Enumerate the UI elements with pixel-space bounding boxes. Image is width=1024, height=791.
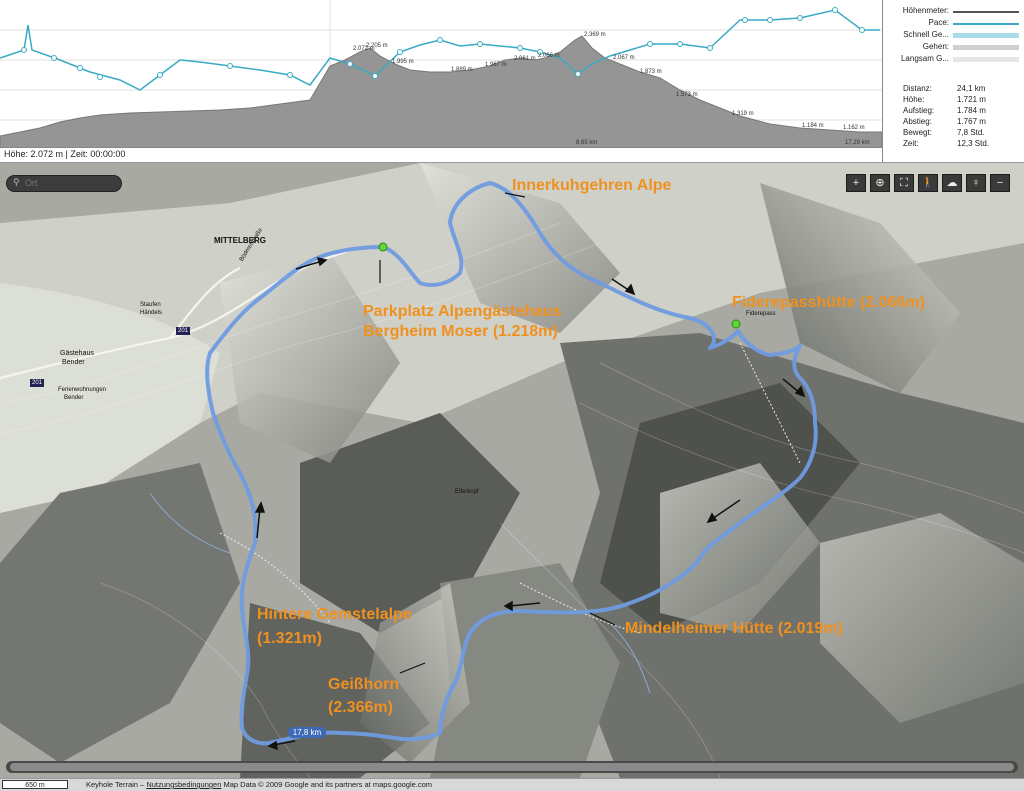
- stat-value: 12,3 Std.: [957, 139, 990, 148]
- peak-label: 2.205 m: [366, 43, 388, 49]
- location-search[interactable]: ⚲: [6, 175, 122, 192]
- scale-bar: 650 m: [2, 780, 68, 789]
- legend-swatch: [953, 45, 1019, 50]
- stat-bewegt: Bewegt: 7,8 Std.: [903, 128, 1023, 139]
- legend-label: Pace:: [928, 18, 949, 27]
- legend-swatch: [953, 57, 1019, 62]
- map-footer: 650 m Keyhole Terrain – Nutzungsbedingun…: [0, 778, 1024, 791]
- road-number-badge: 201: [176, 327, 191, 335]
- place-label: Händels: [140, 310, 163, 316]
- legend-item-schnell[interactable]: Schnell Ge...: [883, 30, 1023, 42]
- label-parkplatz-line1: Parkplatz Alpengästehaus: [363, 303, 562, 320]
- credit-suffix: Map Data © 2009 Google and its partners …: [223, 780, 433, 789]
- legend-panel: Höhenmeter: Pace: Schnell Ge... Gehen: L…: [882, 0, 1024, 163]
- place-label: Gästehaus: [60, 350, 94, 357]
- label-innerkuhgehren-alpe: Innerkuhgehren Alpe: [512, 177, 672, 194]
- label-parkplatz-line2: Bergheim Moser (1.218m): [363, 323, 558, 340]
- distance-marker-badge: 17,8 km: [288, 727, 326, 738]
- walker-icon[interactable]: 🚶: [918, 174, 938, 192]
- stat-key: Bewegt:: [903, 128, 932, 137]
- legend-item-pace[interactable]: Pace:: [883, 18, 1023, 30]
- peak-label: 1.995 m: [392, 59, 414, 65]
- stat-zeit: Zeit: 12,3 Std.: [903, 139, 1023, 150]
- road-number-badge: 201: [30, 379, 45, 387]
- map-credits: Keyhole Terrain – Nutzungsbedingungen Ma…: [86, 780, 432, 789]
- stat-key: Zeit:: [903, 139, 919, 148]
- label-hintere-gemstelalpe-line1: Hintere Gemstelalpe: [257, 606, 412, 623]
- stat-key: Distanz:: [903, 84, 932, 93]
- place-label: Bender: [62, 359, 85, 366]
- legend-swatch: [953, 33, 1019, 38]
- profile-status-text: Höhe: 2.072 m | Zeit: 00:00:00: [4, 149, 126, 159]
- stat-key: Abstieg:: [903, 117, 932, 126]
- search-input[interactable]: [25, 177, 115, 189]
- label-fiderepasshuette: Fiderepasshütte (2.066m): [732, 294, 925, 311]
- terrain-map[interactable]: MITTELBERG Gästehaus Bender Ferienwohnun…: [0, 163, 1024, 778]
- stat-value: 24,1 km: [957, 84, 986, 93]
- distance-label: 17,29 km: [845, 140, 870, 146]
- stat-abstieg: Abstieg: 1.767 m: [903, 117, 1023, 128]
- legend-item-gehen[interactable]: Gehen:: [883, 42, 1023, 54]
- scrollbar-thumb[interactable]: [10, 763, 1014, 771]
- peak-label: 1.873 m: [640, 69, 662, 75]
- legend-label: Langsam G...: [900, 54, 949, 63]
- peak-label: 1.319 m: [732, 111, 754, 117]
- stat-value: 1.721 m: [957, 95, 986, 104]
- legend-swatch: [953, 11, 1019, 13]
- place-label: Bender: [64, 395, 84, 401]
- legend-label: Höhenmeter:: [902, 6, 949, 15]
- waypoint-marker: [731, 319, 741, 329]
- zoom-out-button[interactable]: −: [990, 174, 1010, 192]
- elevation-area: [0, 35, 882, 148]
- label-geisshorn-line1: Geißhorn: [328, 676, 400, 693]
- stat-value: 7,8 Std.: [957, 128, 985, 137]
- person-icon[interactable]: ♀: [966, 174, 986, 192]
- fullscreen-icon[interactable]: ⛶: [894, 174, 914, 192]
- pace-markers: [21, 7, 865, 80]
- center-target-icon[interactable]: ⊕: [870, 174, 890, 192]
- horizontal-scrollbar[interactable]: [6, 761, 1018, 773]
- stat-value: 1.767 m: [957, 117, 986, 126]
- peak-label: 1.967 m: [485, 62, 507, 68]
- terrain-background: [0, 163, 1024, 778]
- peak-label: 2.061 m: [514, 56, 536, 62]
- elevation-profile-chart: 2.072 m 2.205 m 1.995 m 1.889 m 1.967 m …: [0, 0, 882, 148]
- stat-distanz: Distanz: 24,1 km: [903, 84, 1023, 95]
- place-label: Staufen: [140, 302, 161, 308]
- elevation-profile-panel[interactable]: 2.072 m 2.205 m 1.995 m 1.889 m 1.967 m …: [0, 0, 882, 163]
- stat-key: Aufstieg:: [903, 106, 935, 115]
- peak-label: 2.369 m: [584, 32, 606, 38]
- distance-label: 8,65 km: [576, 140, 597, 146]
- stat-hoehe: Höhe: 1.721 m: [903, 95, 1023, 106]
- legend-item-langsam[interactable]: Langsam G...: [883, 54, 1023, 66]
- terms-link[interactable]: Nutzungsbedingungen: [146, 780, 221, 789]
- stat-value: 1.784 m: [957, 106, 986, 115]
- legend-swatch: [953, 23, 1019, 25]
- start-marker: [378, 242, 388, 252]
- search-icon: ⚲: [13, 177, 20, 187]
- place-label: Ferienwohnungen: [58, 387, 107, 393]
- legend-label: Schnell Ge...: [903, 30, 949, 39]
- label-geisshorn-line2: (2.366m): [328, 699, 393, 716]
- peak-label: 1.573 m: [676, 92, 698, 98]
- credit-prefix: Keyhole Terrain –: [86, 780, 145, 789]
- stat-key: Höhe:: [903, 95, 925, 104]
- place-label: Elferkopf: [455, 489, 479, 495]
- cloud-icon[interactable]: ☁: [942, 174, 962, 192]
- zoom-in-button[interactable]: +: [846, 174, 866, 192]
- peak-label: 1.184 m: [802, 123, 824, 129]
- peak-label: 2.067 m: [613, 55, 635, 61]
- legend-label: Gehen:: [922, 42, 949, 51]
- peak-label: 1.162 m: [843, 125, 865, 131]
- stat-aufstieg: Aufstieg: 1.784 m: [903, 106, 1023, 117]
- peak-label: 2.066 m: [538, 53, 560, 59]
- peak-label: 1.889 m: [451, 67, 473, 73]
- legend-item-hoehenmeter[interactable]: Höhenmeter:: [883, 6, 1023, 18]
- label-mindelheimer-huette: Mindelheimer Hütte (2.019m): [625, 620, 843, 637]
- label-hintere-gemstelalpe-line2: (1.321m): [257, 630, 322, 647]
